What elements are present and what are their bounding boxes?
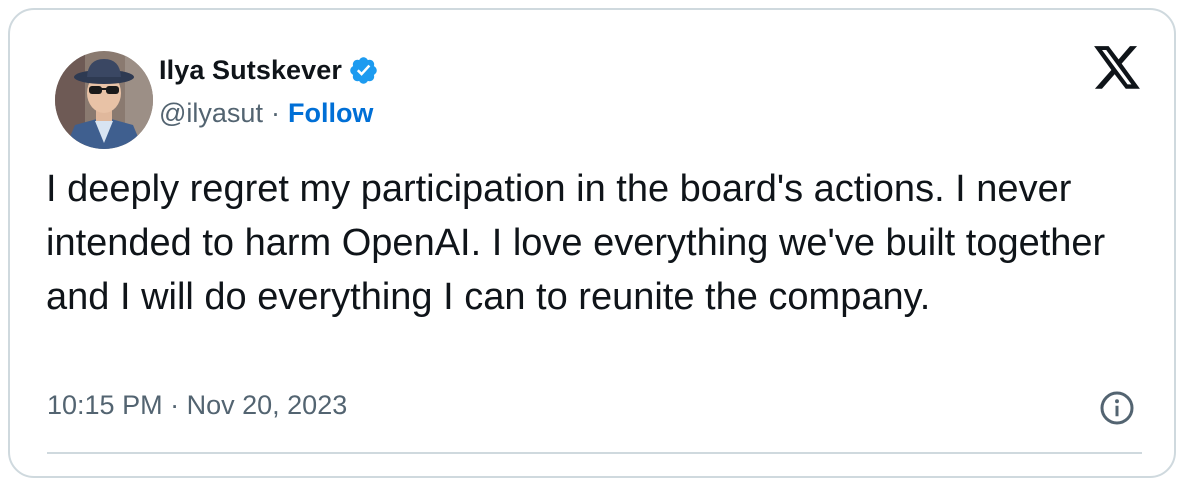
author-name[interactable]: Ilya Sutskever xyxy=(159,55,342,86)
tweet-text: I deeply regret my participation in the … xyxy=(46,168,1106,318)
verified-badge-icon xyxy=(350,56,377,84)
timestamp-separator: · xyxy=(170,390,180,420)
separator-dot: · xyxy=(270,97,280,128)
author-handle-row: @ilyasut · Follow xyxy=(159,95,373,131)
author-handle[interactable]: @ilyasut xyxy=(159,98,263,129)
author-avatar[interactable] xyxy=(55,51,153,149)
tweet-timestamp[interactable]: 10:15 PM · Nov 20, 2023 xyxy=(47,390,347,421)
tweet-card: Ilya Sutskever @ilyasut · Follow I deepl… xyxy=(8,8,1176,478)
tweet-time: 10:15 PM xyxy=(47,390,163,420)
avatar-image xyxy=(55,51,153,149)
x-logo-icon[interactable] xyxy=(1092,46,1142,92)
tweet-date: Nov 20, 2023 xyxy=(186,390,348,420)
footer-divider xyxy=(47,452,1142,454)
follow-button[interactable]: Follow xyxy=(288,98,373,129)
info-icon[interactable] xyxy=(1099,390,1135,426)
author-name-row[interactable]: Ilya Sutskever xyxy=(159,52,379,88)
